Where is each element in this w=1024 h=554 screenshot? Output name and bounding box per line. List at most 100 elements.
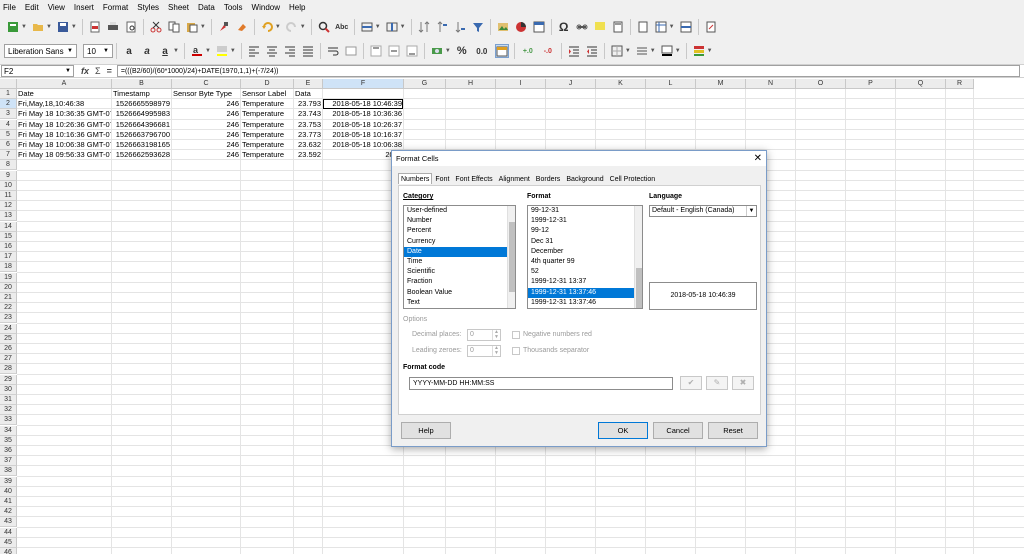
pivot-table-icon[interactable] — [532, 20, 546, 34]
row-header[interactable]: 27 — [0, 354, 17, 365]
row-header[interactable]: 11 — [0, 191, 17, 201]
sort-icon[interactable] — [417, 20, 431, 34]
table-cell[interactable]: 246 — [172, 140, 240, 150]
autofilter-icon[interactable] — [471, 20, 485, 34]
column-header-q[interactable]: Q — [896, 79, 946, 89]
row-header[interactable]: 22 — [0, 303, 17, 314]
column-header-a[interactable]: A — [17, 79, 112, 89]
row-header[interactable]: 15 — [0, 231, 17, 242]
table-cell[interactable]: 23.743 — [294, 109, 322, 119]
underline-icon[interactable]: a — [158, 44, 172, 58]
category-scrollbar[interactable] — [507, 206, 515, 308]
delete-format-code-button[interactable]: ✖ — [732, 376, 754, 390]
table-cell[interactable]: 23.753 — [294, 120, 322, 130]
row-header[interactable]: 4 — [0, 119, 17, 130]
row-header[interactable]: 28 — [0, 364, 17, 375]
table-cell[interactable]: Temperature — [241, 120, 293, 130]
row-header[interactable]: 39 — [0, 476, 17, 487]
increase-indent-icon[interactable] — [567, 44, 581, 58]
table-cell[interactable]: Fri May 18 10:36:35 GMT-0700 2018 — [17, 109, 111, 119]
column-header-n[interactable]: N — [746, 79, 796, 89]
row-header[interactable]: 40 — [0, 486, 17, 497]
font-name-box[interactable]: Liberation Sans ▼ — [4, 44, 77, 58]
wrap-text-icon[interactable] — [326, 44, 340, 58]
category-time[interactable]: Time — [404, 257, 515, 267]
format-as-number-icon[interactable]: 0.0 — [473, 44, 491, 58]
column-header-c[interactable]: C — [172, 79, 241, 89]
table-cell[interactable]: Sensor Byte Type — [172, 89, 240, 99]
italic-icon[interactable]: a — [140, 44, 154, 58]
headers-footers-icon[interactable] — [611, 20, 625, 34]
row-header[interactable]: 8 — [0, 160, 17, 171]
table-cell[interactable]: Temperature — [241, 150, 293, 160]
print-preview-icon[interactable] — [124, 20, 138, 34]
tab-font-effects[interactable]: Font Effects — [452, 173, 495, 184]
column-header-m[interactable]: M — [696, 79, 746, 89]
category-number[interactable]: Number — [404, 216, 515, 226]
row-header[interactable]: 18 — [0, 262, 17, 273]
find-replace-icon[interactable] — [317, 20, 331, 34]
table-cell[interactable]: 23.592 — [294, 150, 322, 160]
split-window-icon[interactable] — [679, 20, 693, 34]
table-cell[interactable]: 2018-05-18 10:26:37 — [323, 120, 403, 130]
table-cell[interactable]: 1526665598979 — [112, 99, 171, 109]
category-list[interactable]: User-defined Number Percent Currency Dat… — [403, 205, 516, 309]
format-as-percent-icon[interactable]: % — [455, 44, 469, 58]
row-header[interactable]: 43 — [0, 517, 17, 528]
row-header[interactable]: 5 — [0, 129, 17, 140]
menu-insert[interactable]: Insert — [74, 3, 94, 12]
row-header[interactable]: 45 — [0, 537, 17, 548]
row-header[interactable]: 31 — [0, 395, 17, 405]
category-currency[interactable]: Currency — [404, 237, 515, 247]
table-cell[interactable]: 246 — [172, 130, 240, 140]
table-cell[interactable]: 23.793 — [294, 99, 322, 109]
menu-tools[interactable]: Tools — [224, 3, 243, 12]
format-option[interactable]: 52 — [528, 267, 642, 277]
name-box[interactable]: F2 ▼ — [1, 65, 74, 77]
format-list[interactable]: 99-12-31 1999-12-31 99-12 Dec 31 Decembe… — [527, 205, 643, 309]
table-cell[interactable]: Fri,May,18,10:46:38 — [17, 99, 111, 109]
justify-icon[interactable] — [301, 44, 315, 58]
formula-icon[interactable]: = — [107, 66, 112, 76]
row-header[interactable]: 6 — [0, 140, 17, 150]
merge-cells-icon[interactable] — [344, 44, 358, 58]
comment-icon[interactable] — [593, 20, 607, 34]
freeze-rows-columns-icon[interactable] — [654, 20, 668, 34]
tab-borders[interactable]: Borders — [533, 173, 564, 184]
row-header[interactable]: 14 — [0, 221, 17, 232]
table-cell[interactable]: 2018-05-18 10:06:38 — [323, 140, 403, 150]
table-cell[interactable]: Temperature — [241, 99, 293, 109]
leading-zeroes-stepper[interactable]: 0 ▲ ▼ — [467, 345, 501, 357]
row-header[interactable]: 20 — [0, 282, 17, 293]
decrease-indent-icon[interactable] — [585, 44, 599, 58]
category-percent[interactable]: Percent — [404, 226, 515, 236]
column-header-b[interactable]: B — [112, 79, 172, 89]
row-header[interactable]: 46 — [0, 548, 17, 554]
formula-input[interactable]: =(((B2/60)/(60*1000)/24)+DATE(1970,1,1)+… — [116, 65, 1020, 77]
format-as-date-icon[interactable] — [494, 44, 509, 58]
menu-styles[interactable]: Styles — [137, 3, 159, 12]
print-icon[interactable] — [106, 20, 120, 34]
selected-cell[interactable]: 2018-05-18 10:46:39 — [323, 99, 403, 110]
tab-alignment[interactable]: Alignment — [496, 173, 533, 184]
table-cell[interactable]: Fri May 18 10:16:36 GMT-0700 2018 — [17, 130, 111, 140]
row-header[interactable]: 21 — [0, 293, 17, 303]
undo-icon[interactable] — [260, 20, 274, 34]
insert-chart-icon[interactable] — [514, 20, 528, 34]
align-bottom-icon[interactable] — [405, 44, 419, 58]
table-cell[interactable]: Fri May 18 10:26:36 GMT-0700 2018 — [17, 120, 111, 130]
row-header[interactable]: 30 — [0, 384, 17, 395]
menu-view[interactable]: View — [48, 3, 65, 12]
highlight-color-icon[interactable] — [215, 44, 229, 58]
table-cell[interactable]: Date — [17, 89, 111, 99]
show-draw-functions-icon[interactable] — [704, 20, 718, 34]
format-option[interactable]: 1999-12-31 13:37 — [528, 277, 642, 287]
table-cell[interactable]: 2018-05-18 10:16:37 — [323, 130, 403, 140]
table-cell[interactable]: 23.632 — [294, 140, 322, 150]
row-header[interactable]: 32 — [0, 405, 17, 416]
special-character-icon[interactable]: Ω — [557, 20, 571, 34]
row-header[interactable]: 12 — [0, 201, 17, 212]
row-header[interactable]: 29 — [0, 374, 17, 385]
align-center-icon[interactable] — [265, 44, 279, 58]
category-scientific[interactable]: Scientific — [404, 267, 515, 277]
